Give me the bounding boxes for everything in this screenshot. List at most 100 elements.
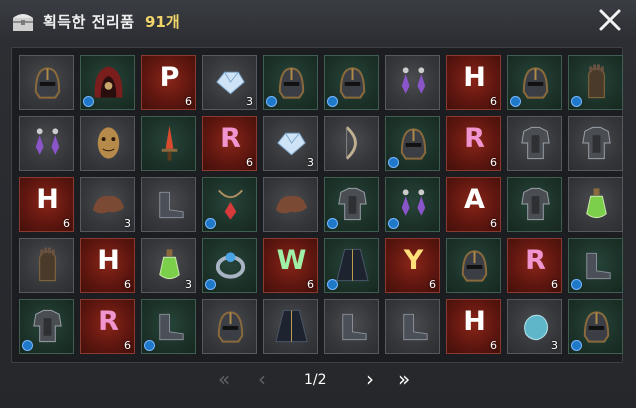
earring-icon	[401, 189, 426, 216]
loot-slot[interactable]	[263, 55, 318, 110]
loot-slot[interactable]	[324, 299, 379, 354]
bow-icon	[345, 126, 357, 160]
class-badge-icon	[266, 96, 277, 107]
loot-slot[interactable]: R6	[202, 116, 257, 171]
loot-panel: P63H6R63R6H63A6H63W6Y6R6R6H63	[11, 47, 623, 363]
loot-slot[interactable]	[263, 177, 318, 232]
rune-letter: Y	[403, 245, 424, 276]
loot-slot[interactable]	[80, 116, 135, 171]
loot-slot[interactable]	[19, 116, 74, 171]
loot-slot[interactable]	[446, 238, 501, 293]
close-icon[interactable]	[596, 6, 624, 34]
loot-slot[interactable]: Y6	[385, 238, 440, 293]
hood-icon	[94, 66, 123, 98]
loot-slot[interactable]: 3	[80, 177, 135, 232]
rune-letter: H	[463, 306, 486, 337]
item-quantity: 3	[307, 156, 314, 169]
item-quantity: 6	[124, 339, 131, 352]
loot-slot[interactable]: R6	[507, 238, 562, 293]
loot-slot[interactable]	[19, 299, 74, 354]
potion-icon	[586, 188, 607, 219]
class-badge-icon	[571, 279, 582, 290]
page-indicator: 1/2	[304, 372, 327, 388]
item-quantity: 6	[429, 278, 436, 291]
leather-icon	[92, 195, 125, 214]
gem-icon	[216, 71, 245, 95]
class-badge-icon	[83, 96, 94, 107]
boots-icon	[403, 313, 428, 341]
earring-icon	[401, 67, 426, 94]
armor-icon	[582, 126, 611, 160]
loot-slot[interactable]	[141, 299, 196, 354]
item-quantity: 3	[124, 217, 131, 230]
loot-slot[interactable]: H6	[446, 299, 501, 354]
earring-icon	[35, 128, 60, 155]
loot-slot[interactable]	[568, 299, 623, 354]
loot-slot[interactable]	[141, 177, 196, 232]
item-quantity: 6	[490, 217, 497, 230]
loot-slot[interactable]: A6	[446, 177, 501, 232]
loot-slot[interactable]: 3	[507, 299, 562, 354]
potion-icon	[159, 249, 180, 280]
pagination: « ‹ 1/2 › »	[0, 364, 636, 400]
rune-letter: P	[159, 62, 180, 93]
class-badge-icon	[327, 218, 338, 229]
loot-slot[interactable]	[385, 299, 440, 354]
loot-slot[interactable]	[202, 238, 257, 293]
loot-slot[interactable]	[507, 177, 562, 232]
class-badge-icon	[571, 96, 582, 107]
loot-slot[interactable]	[385, 55, 440, 110]
loot-slot[interactable]	[507, 116, 562, 171]
loot-slot[interactable]	[141, 116, 196, 171]
next-page-button[interactable]: ›	[366, 367, 374, 391]
loot-slot[interactable]: R6	[80, 299, 135, 354]
armor-icon	[521, 126, 550, 160]
loot-slot[interactable]: H6	[80, 238, 135, 293]
loot-slot[interactable]	[507, 55, 562, 110]
boots-icon	[159, 191, 184, 219]
loot-slot[interactable]	[263, 299, 318, 354]
item-quantity: 6	[63, 217, 70, 230]
loot-slot[interactable]: W6	[263, 238, 318, 293]
window-title: 획득한 전리품	[43, 13, 135, 31]
item-quantity: 6	[490, 156, 497, 169]
gauntlet-icon	[39, 247, 56, 282]
cloak-icon	[275, 309, 308, 343]
loot-slot[interactable]	[80, 55, 135, 110]
loot-slot[interactable]	[568, 177, 623, 232]
loot-count: 91개	[145, 13, 180, 31]
loot-slot[interactable]	[324, 238, 379, 293]
last-page-button[interactable]: »	[398, 367, 410, 391]
loot-slot[interactable]	[568, 55, 623, 110]
loot-slot[interactable]	[19, 238, 74, 293]
loot-slot[interactable]	[385, 116, 440, 171]
loot-slot[interactable]	[324, 55, 379, 110]
helmet-icon	[461, 250, 488, 282]
class-badge-icon	[327, 279, 338, 290]
loot-slot[interactable]: P6	[141, 55, 196, 110]
rune-letter: R	[464, 123, 485, 154]
armor-icon	[33, 309, 62, 343]
loot-slot[interactable]	[19, 55, 74, 110]
loot-slot[interactable]	[324, 177, 379, 232]
loot-slot[interactable]: R6	[446, 116, 501, 171]
first-page-button[interactable]: «	[218, 367, 230, 391]
gauntlet-icon	[588, 64, 605, 99]
loot-slot[interactable]	[324, 116, 379, 171]
item-quantity: 6	[124, 278, 131, 291]
loot-slot[interactable]: H6	[19, 177, 74, 232]
loot-slot[interactable]	[202, 177, 257, 232]
loot-slot[interactable]	[385, 177, 440, 232]
loot-slot[interactable]	[568, 116, 623, 171]
helmet-icon	[34, 67, 61, 99]
item-quantity: 3	[185, 278, 192, 291]
loot-slot[interactable]: 3	[202, 55, 257, 110]
loot-slot[interactable]: 3	[141, 238, 196, 293]
class-badge-icon	[22, 340, 33, 351]
helmet-icon	[217, 311, 244, 343]
loot-slot[interactable]	[568, 238, 623, 293]
loot-slot[interactable]: 3	[263, 116, 318, 171]
prev-page-button[interactable]: ‹	[258, 367, 266, 391]
loot-slot[interactable]: H6	[446, 55, 501, 110]
loot-slot[interactable]	[202, 299, 257, 354]
